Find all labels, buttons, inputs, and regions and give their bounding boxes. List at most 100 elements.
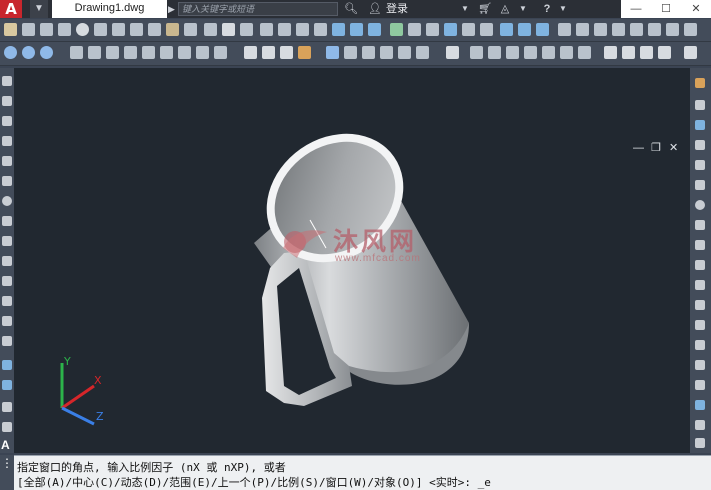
intersect-icon[interactable] <box>314 23 327 36</box>
ucs-3point-icon[interactable] <box>648 23 661 36</box>
render-icon[interactable] <box>326 46 339 59</box>
helix-icon[interactable] <box>260 23 273 36</box>
ucs-view-icon[interactable] <box>594 23 607 36</box>
se-iso-icon[interactable] <box>196 46 209 59</box>
fillet-icon[interactable] <box>695 380 705 390</box>
revolve-icon[interactable] <box>222 23 235 36</box>
rotate-icon[interactable] <box>695 200 705 210</box>
command-line[interactable]: 指定窗口的角点, 输入比例因子 (nX 或 nXP), 或者 [全部(A)/中心… <box>14 455 711 490</box>
ucs-icon[interactable] <box>500 23 513 36</box>
hatch-icon[interactable] <box>2 360 12 370</box>
command-prompt-line[interactable]: [全部(A)/中心(C)/动态(D)/范围(E)/上一个(P)/比例(S)/窗口… <box>17 474 491 490</box>
trim-icon[interactable] <box>695 260 705 270</box>
convert-to-solid-icon[interactable] <box>480 23 493 36</box>
sweep-icon[interactable] <box>204 23 217 36</box>
help-icon[interactable]: ? <box>540 0 554 18</box>
move-icon[interactable] <box>695 180 705 190</box>
point-icon[interactable] <box>2 336 12 346</box>
view-right-icon[interactable] <box>560 46 573 59</box>
polysolid-icon[interactable] <box>4 23 17 36</box>
named-view-icon[interactable] <box>488 46 501 59</box>
document-tab[interactable]: Drawing1.dwg <box>52 0 167 18</box>
ne-iso-icon[interactable] <box>214 46 227 59</box>
login-dropdown-icon[interactable]: ▼ <box>460 0 470 18</box>
2d-wireframe-icon[interactable] <box>244 46 257 59</box>
viewport-icon[interactable] <box>446 46 459 59</box>
viewport-minimize-icon[interactable]: — <box>633 141 644 155</box>
continuous-orbit-icon[interactable] <box>40 46 53 59</box>
union-icon[interactable] <box>278 23 291 36</box>
materials-icon[interactable] <box>362 46 375 59</box>
iso-sw-icon[interactable] <box>604 46 617 59</box>
construction-line-icon[interactable] <box>2 96 12 106</box>
iso-se-icon[interactable] <box>622 46 635 59</box>
break-at-point-icon[interactable] <box>695 300 705 310</box>
left-view-icon[interactable] <box>106 46 119 59</box>
exchange-dropdown-icon[interactable]: ▼ <box>518 0 528 18</box>
ucs-zaxis-icon[interactable] <box>630 23 643 36</box>
camera-icon[interactable] <box>380 46 393 59</box>
back-view-icon[interactable] <box>160 46 173 59</box>
orbit-icon[interactable] <box>4 46 17 59</box>
rectangle-icon[interactable] <box>2 156 12 166</box>
camera-view-icon[interactable] <box>684 46 697 59</box>
revcloud-icon[interactable] <box>2 216 12 226</box>
maximize-button[interactable]: ☐ <box>651 0 681 18</box>
insert-block-icon[interactable] <box>2 296 12 306</box>
box-icon[interactable] <box>22 23 35 36</box>
circle-icon[interactable] <box>2 196 12 206</box>
ucs-world-icon[interactable] <box>518 23 531 36</box>
chamfer-icon[interactable] <box>695 360 705 370</box>
minimize-button[interactable]: — <box>621 0 651 18</box>
exchange-icon[interactable]: ◬ <box>498 0 512 18</box>
torus-icon[interactable] <box>112 23 125 36</box>
subtract-icon[interactable] <box>296 23 309 36</box>
bottom-view-icon[interactable] <box>88 46 101 59</box>
walk-icon[interactable] <box>398 46 411 59</box>
ucs-previous-icon[interactable] <box>536 23 549 36</box>
iso-nw-icon[interactable] <box>658 46 671 59</box>
view-back-icon[interactable] <box>578 46 591 59</box>
wireframe-icon[interactable] <box>262 46 275 59</box>
region-icon[interactable] <box>2 402 12 412</box>
3d-align-icon[interactable] <box>368 23 381 36</box>
binoculars-icon[interactable]: 🔍︎ <box>344 0 358 18</box>
erase-icon[interactable] <box>695 78 705 88</box>
line-icon[interactable] <box>2 76 12 86</box>
extend-icon[interactable] <box>695 280 705 290</box>
ucs-y-icon[interactable] <box>684 23 697 36</box>
gradient-icon[interactable] <box>2 380 12 390</box>
planar-surface-icon[interactable] <box>148 23 161 36</box>
mirror-icon[interactable] <box>695 120 705 130</box>
slice-icon[interactable] <box>408 23 421 36</box>
quick-access-dropdown-icon[interactable]: ▼ <box>30 0 48 18</box>
view-left-icon[interactable] <box>542 46 555 59</box>
loft-icon[interactable] <box>240 23 253 36</box>
ellipse-arc-icon[interactable] <box>2 276 12 286</box>
realistic-icon[interactable] <box>298 46 311 59</box>
make-block-icon[interactable] <box>2 316 12 326</box>
free-orbit-icon[interactable] <box>22 46 35 59</box>
explode-icon[interactable] <box>695 420 705 430</box>
3d-rotate-icon[interactable] <box>350 23 363 36</box>
break-icon[interactable] <box>695 320 705 330</box>
view-manager-icon[interactable] <box>470 46 483 59</box>
polyline-icon[interactable] <box>2 116 12 126</box>
3d-array-icon[interactable] <box>390 23 403 36</box>
offset-icon[interactable] <box>695 140 705 150</box>
sphere-icon[interactable] <box>76 23 89 36</box>
wedge-icon[interactable] <box>40 23 53 36</box>
ucs-origin-icon[interactable] <box>612 23 625 36</box>
help-dropdown-icon[interactable]: ▼ <box>558 0 568 18</box>
ucs-x-icon[interactable] <box>666 23 679 36</box>
cone-icon[interactable] <box>58 23 71 36</box>
hidden-icon[interactable] <box>280 46 293 59</box>
search-input[interactable]: 键入关键字或短语 <box>178 2 338 16</box>
view-top-icon[interactable] <box>506 46 519 59</box>
light-icon[interactable] <box>344 46 357 59</box>
pyramid-icon[interactable] <box>130 23 143 36</box>
blend-icon[interactable] <box>695 400 705 410</box>
tab-scroll-icon[interactable]: ▶ <box>168 0 178 18</box>
section-icon[interactable] <box>426 23 439 36</box>
viewport-close-icon[interactable]: ✕ <box>669 141 678 155</box>
